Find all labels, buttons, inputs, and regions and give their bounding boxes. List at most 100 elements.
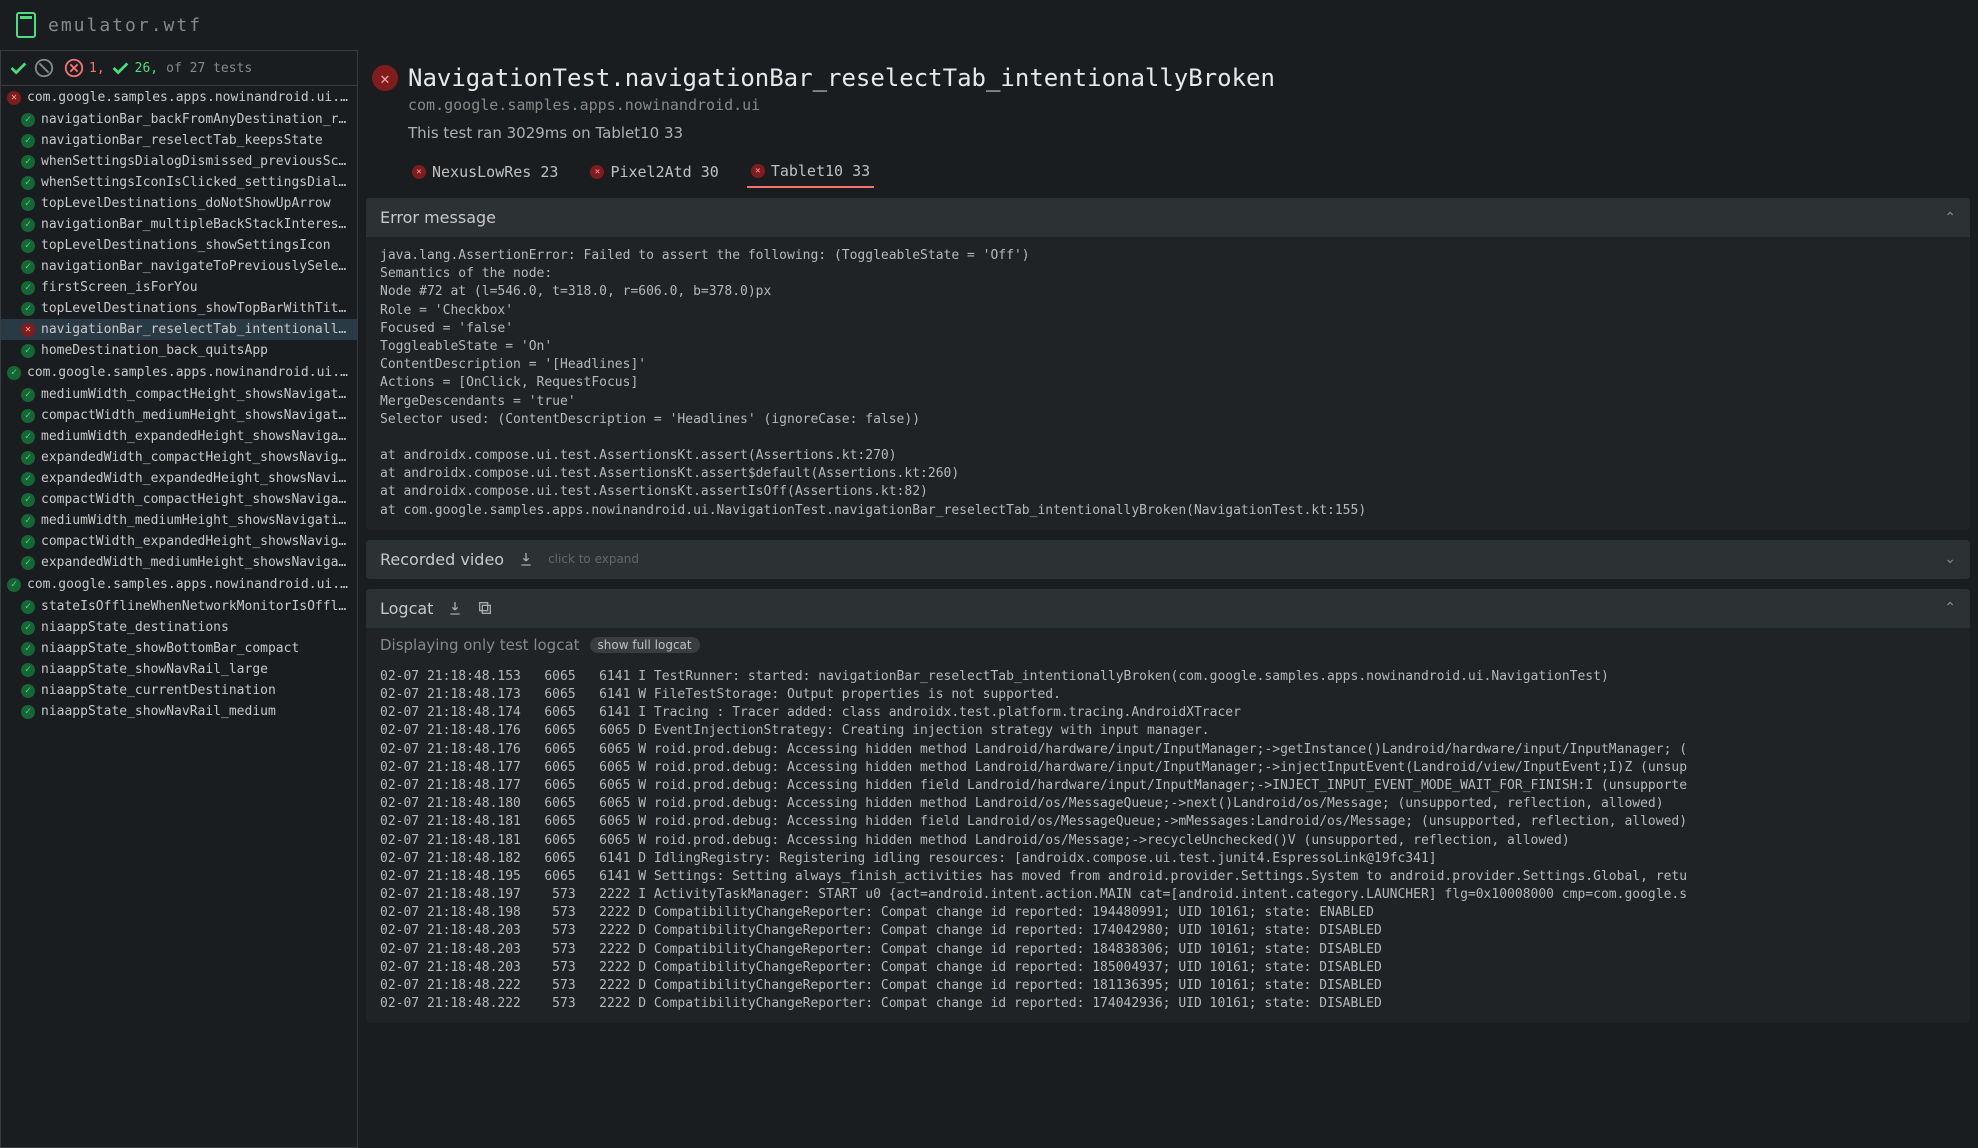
tree-label: stateIsOfflineWhenNetworkMonitorIsOfflin…: [41, 599, 351, 614]
pass-icon: ✓: [21, 684, 35, 698]
run-info: This test ran 3029ms on Tablet10 33: [366, 114, 1970, 156]
test-group[interactable]: ✕com.google.samples.apps.nowinandroid.ui…: [1, 86, 357, 109]
test-item[interactable]: ✓navigationBar_navigateToPreviouslySelec…: [1, 256, 357, 277]
error-panel-header[interactable]: Error message ⌃: [366, 198, 1970, 237]
pass-icon: ✓: [21, 430, 35, 444]
chevron-up-icon: ⌃: [1944, 210, 1956, 226]
test-item[interactable]: ✓navigationBar_reselectTab_keepsState: [1, 130, 357, 151]
tree-label: com.google.samples.apps.nowinandroid.ui.…: [27, 90, 351, 105]
pass-icon: ✓: [21, 302, 35, 316]
brand-label: emulator.wtf: [48, 15, 202, 36]
video-panel-header[interactable]: Recorded video click to expand ⌄: [366, 540, 1970, 579]
test-item[interactable]: ✓expandedWidth_mediumHeight_showsNavigat…: [1, 552, 357, 573]
tree-label: compactWidth_mediumHeight_showsNavigati…: [41, 408, 351, 423]
tree-label: mediumWidth_mediumHeight_showsNavigatio…: [41, 513, 351, 528]
test-item[interactable]: ✓whenSettingsDialogDismissed_previousScr…: [1, 151, 357, 172]
logcat-panel: Logcat ⌃ Displaying only test logcat sho…: [366, 589, 1970, 1024]
tree-label: expandedWidth_compactHeight_showsNaviga…: [41, 450, 351, 465]
test-item[interactable]: ✓ topLevelDestinations_doNotShowUpArrow: [1, 193, 357, 214]
test-title: NavigationTest.navigationBar_reselectTab…: [408, 64, 1275, 92]
test-item[interactable]: ✓niaappState_destinations: [1, 617, 357, 638]
pass-icon: ✓: [21, 197, 35, 211]
pass-icon: ✓: [21, 451, 35, 465]
tree-label: whenSettingsIconIsClicked_settingsDialog…: [41, 175, 351, 190]
device-tab[interactable]: ✕ Tablet10 33: [747, 156, 874, 188]
filter-pass-icon[interactable]: [7, 57, 29, 79]
test-item[interactable]: ✓topLevelDestinations_showSettingsIcon: [1, 235, 357, 256]
test-item[interactable]: ✓navigationBar_multipleBackStackInterest…: [1, 214, 357, 235]
tree-label: mediumWidth_compactHeight_showsNavigati…: [41, 387, 351, 402]
fail-icon: ✕: [751, 164, 765, 178]
error-panel: Error message ⌃ java.lang.AssertionError…: [366, 198, 1970, 530]
test-tree: ✕ com.google.samples.apps.nowinandroid.ui…: [1, 86, 357, 722]
pass-icon: ✓: [21, 409, 35, 423]
test-item[interactable]: ✓topLevelDestinations_showTopBarWithTitl…: [1, 298, 357, 319]
pass-icon: ✓: [21, 388, 35, 402]
tree-label: firstScreen_isForYou: [41, 280, 198, 295]
fail-badge-icon: ✕: [372, 65, 398, 91]
tree-label: niaappState_showBottomBar_compact: [41, 641, 299, 656]
chevron-down-icon: ⌄: [1944, 551, 1956, 567]
test-item[interactable]: ✓expandedWidth_expandedHeight_showsNavig…: [1, 468, 357, 489]
fail-icon: ✕: [21, 323, 35, 337]
show-full-logcat-button[interactable]: show full logcat: [590, 637, 700, 653]
pass-icon: ✓: [21, 176, 35, 190]
download-icon[interactable]: [447, 600, 463, 616]
test-item[interactable]: ✓ homeDestination_back_quitsApp: [1, 340, 357, 361]
pass-icon: ✓: [21, 705, 35, 719]
test-item[interactable]: ✓compactWidth_expandedHeight_showsNaviga…: [1, 531, 357, 552]
test-item[interactable]: ✓ firstScreen_isForYou: [1, 277, 357, 298]
tree-label: homeDestination_back_quitsApp: [41, 343, 268, 358]
pass-icon: ✓: [21, 281, 35, 295]
test-item[interactable]: ✓niaappState_showNavRail_medium: [1, 701, 357, 722]
test-item[interactable]: ✓niaappState_showNavRail_large: [1, 659, 357, 680]
logcat-filter-label: Displaying only test logcat: [380, 636, 580, 654]
tree-label: niaappState_currentDestination: [41, 683, 276, 698]
pass-icon: ✓: [21, 134, 35, 148]
copy-icon[interactable]: [477, 600, 493, 616]
error-body: java.lang.AssertionError: Failed to asse…: [366, 237, 1970, 530]
test-item[interactable]: ✕navigationBar_reselectTab_intentionally…: [1, 319, 357, 340]
test-group[interactable]: ✓ com.google.samples.apps.nowinandroid.ui…: [1, 573, 357, 596]
tree-label: whenSettingsDialogDismissed_previousScre…: [41, 154, 351, 169]
tree-label: expandedWidth_mediumHeight_showsNavigat…: [41, 555, 351, 570]
test-item[interactable]: ✓navigationBar_backFromAnyDestination_re…: [1, 109, 357, 130]
pass-icon: ✓: [21, 113, 35, 127]
test-item[interactable]: ✓ niaappState_showBottomBar_compact: [1, 638, 357, 659]
test-sidebar: 1, 26, of 27 tests ✕com.google.samples.a…: [0, 50, 358, 1148]
download-icon[interactable]: [518, 551, 534, 567]
tree-label: topLevelDestinations_showSettingsIcon: [41, 238, 331, 253]
test-item[interactable]: ✓stateIsOfflineWhenNetworkMonitorIsOffli…: [1, 596, 357, 617]
tree-label: com.google.samples.apps.nowinandroid.ui.…: [27, 577, 351, 592]
test-item[interactable]: ✓ mediumWidth_expandedHeight_showsNaviga…: [1, 426, 357, 447]
device-tab[interactable]: ✕Pixel2Atd 30: [586, 156, 722, 188]
pass-icon: ✓: [21, 514, 35, 528]
pass-icon: ✓: [7, 578, 21, 592]
tree-label: compactWidth_compactHeight_showsNavigati…: [41, 492, 351, 507]
pass-icon: ✓: [21, 493, 35, 507]
fail-icon: ✕: [412, 165, 426, 179]
tree-label: topLevelDestinations_doNotShowUpArrow: [41, 196, 331, 211]
test-item[interactable]: ✓ niaappState_currentDestination: [1, 680, 357, 701]
video-panel-title: Recorded video: [380, 550, 504, 569]
pass-icon: ✓: [21, 642, 35, 656]
test-item[interactable]: ✓ expandedWidth_compactHeight_showsNaviga…: [1, 447, 357, 468]
test-group[interactable]: ✓com.google.samples.apps.nowinandroid.ui…: [1, 361, 357, 384]
test-item[interactable]: ✓ compactWidth_mediumHeight_showsNavigati…: [1, 405, 357, 426]
device-tabs: ✕NexusLowRes 23✕Pixel2Atd 30✕Tablet10 33: [366, 156, 1970, 188]
tree-label: com.google.samples.apps.nowinandroid.ui.…: [27, 365, 351, 380]
logcat-panel-header[interactable]: Logcat ⌃: [366, 589, 1970, 628]
test-item[interactable]: ✓ mediumWidth_compactHeight_showsNavigati…: [1, 384, 357, 405]
tab-label: Tablet10 33: [771, 162, 870, 180]
tab-label: Pixel2Atd 30: [610, 163, 718, 181]
test-item[interactable]: ✓ whenSettingsIconIsClicked_settingsDialo…: [1, 172, 357, 193]
device-tab[interactable]: ✕NexusLowRes 23: [408, 156, 562, 188]
pass-icon: ✓: [21, 344, 35, 358]
test-package: com.google.samples.apps.nowinandroid.ui: [366, 96, 1970, 114]
test-item[interactable]: ✓ compactWidth_compactHeight_showsNavigat…: [1, 489, 357, 510]
tree-label: mediumWidth_expandedHeight_showsNaviga…: [41, 429, 346, 444]
filter-skip-icon[interactable]: [33, 57, 55, 79]
fail-count: 1,: [89, 61, 105, 76]
tree-label: niaappState_showNavRail_large: [41, 662, 268, 677]
test-item[interactable]: ✓ mediumWidth_mediumHeight_showsNavigatio…: [1, 510, 357, 531]
